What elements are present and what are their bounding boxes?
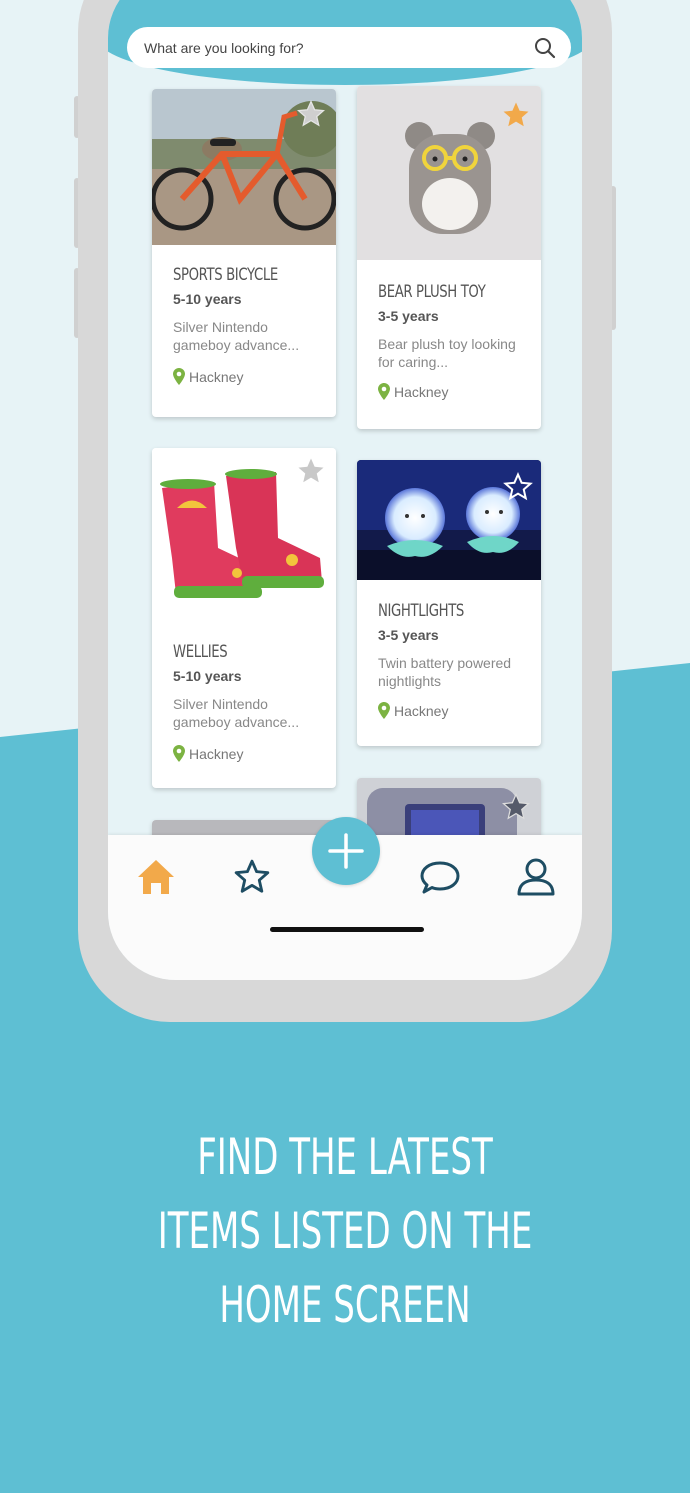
favorite-star-icon[interactable]	[503, 472, 533, 502]
location-pin-icon	[378, 702, 390, 719]
caption-line: HOME SCREEN	[219, 1276, 471, 1334]
nav-favorites[interactable]	[230, 855, 274, 899]
search-bar[interactable]	[127, 27, 571, 68]
star-icon	[234, 859, 270, 893]
product-description: Twin battery powered nightlights	[378, 655, 512, 689]
promo-caption: FIND THE LATEST ITEMS LISTED ON THE HOME…	[60, 1120, 630, 1342]
location-label: Hackney	[394, 702, 449, 719]
product-title: SPORTS BICYCLE	[173, 265, 278, 285]
nav-home[interactable]	[134, 855, 178, 899]
chat-icon	[420, 861, 460, 894]
product-location: Hackney	[378, 702, 529, 719]
product-description: Silver Nintendo gameboy advance...	[173, 696, 300, 730]
location-label: Hackney	[189, 368, 244, 385]
phone-screen: SPORTS BICYCLE 5-10 years Silver Nintend…	[108, 0, 582, 980]
product-card-bear-plush-toy[interactable]: BEAR PLUSH TOY 3-5 years Bear plush toy …	[357, 86, 541, 429]
home-icon	[138, 860, 174, 894]
nav-messages[interactable]	[418, 855, 462, 899]
profile-icon	[517, 858, 555, 896]
favorite-star-icon[interactable]	[296, 456, 326, 486]
location-pin-icon	[173, 745, 185, 762]
product-age: 3-5 years	[378, 627, 439, 643]
search-input[interactable]	[144, 39, 533, 56]
favorite-star-icon[interactable]	[501, 100, 531, 130]
favorite-star-icon[interactable]	[296, 99, 326, 129]
product-age: 3-5 years	[378, 308, 439, 324]
product-location: Hackney	[173, 745, 324, 762]
plus-icon	[328, 833, 364, 869]
product-description: Bear plush toy looking for caring...	[378, 336, 516, 370]
product-location: Hackney	[173, 368, 324, 385]
search-icon[interactable]	[533, 36, 557, 60]
location-label: Hackney	[394, 383, 449, 400]
product-title: NIGHTLIGHTS	[378, 601, 464, 621]
product-title: WELLIES	[173, 642, 228, 662]
caption-line: FIND THE LATEST	[197, 1128, 493, 1186]
product-description: Silver Nintendo gameboy advance...	[173, 319, 300, 353]
location-label: Hackney	[189, 745, 244, 762]
location-pin-icon	[173, 368, 185, 385]
location-pin-icon	[378, 383, 390, 400]
favorite-star-icon[interactable]	[501, 792, 531, 822]
home-indicator	[270, 927, 424, 932]
product-location: Hackney	[378, 383, 529, 400]
product-card-wellies[interactable]: WELLIES 5-10 years Silver Nintendo gameb…	[152, 448, 336, 788]
add-listing-button[interactable]	[312, 817, 380, 885]
caption-line: ITEMS LISTED ON THE	[157, 1202, 533, 1260]
product-card-nightlights[interactable]: NIGHTLIGHTS 3-5 years Twin battery power…	[357, 460, 541, 746]
product-title: BEAR PLUSH TOY	[378, 282, 486, 302]
nav-profile[interactable]	[514, 855, 558, 899]
product-card-sports-bicycle[interactable]: SPORTS BICYCLE 5-10 years Silver Nintend…	[152, 89, 336, 417]
product-age: 5-10 years	[173, 668, 242, 684]
product-age: 5-10 years	[173, 291, 242, 307]
phone-frame: SPORTS BICYCLE 5-10 years Silver Nintend…	[78, 0, 612, 1022]
